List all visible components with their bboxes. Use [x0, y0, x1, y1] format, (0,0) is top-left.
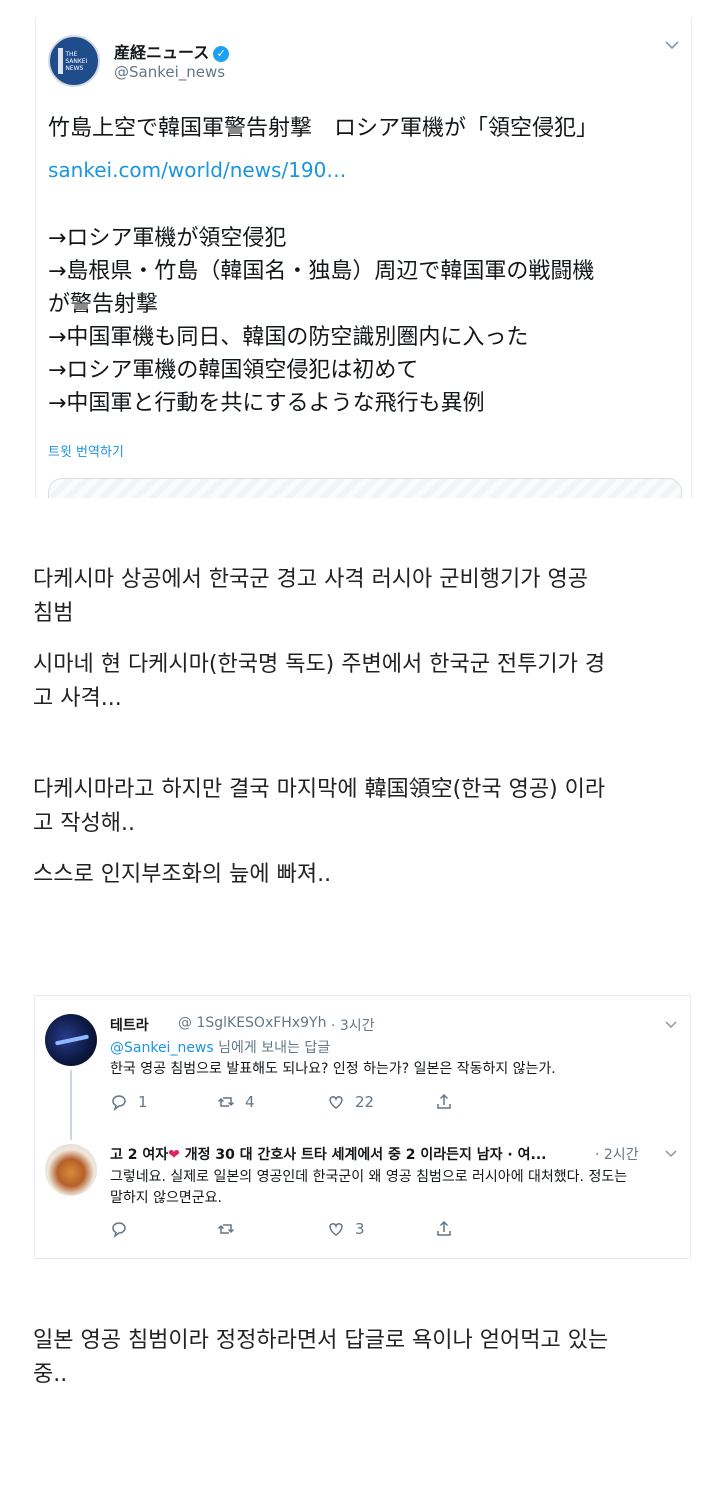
reply-text-line: 말하지 않으면군요. [110, 1190, 222, 1206]
replying-to-handle[interactable]: @Sankei_news [110, 1040, 214, 1056]
commentary-paragraph-5: 일본 영공 침범이라 정정하라면서 답글로 욕이나 얻어먹고 있는 중.. [33, 1324, 683, 1392]
bullet-line: →中国軍と行動を共にするような飛行も異例 [48, 391, 485, 416]
bullet-line: →ロシア軍機が領空侵犯 [48, 226, 287, 251]
reply-thread-card: 테트라 @ 1SglKESOxFHx9Yh · 3시간 @Sankei_news… [34, 995, 691, 1259]
verified-badge-icon: ✓ [213, 46, 230, 62]
like-button[interactable]: 3 [327, 1220, 365, 1238]
share-icon [435, 1220, 453, 1238]
avatar[interactable] [45, 1014, 97, 1066]
commentary-line: 고 작성해.. [33, 811, 135, 836]
share-icon [435, 1093, 453, 1111]
commentary-line: 다케시마 상공에서 한국군 경고 사격 러시아 군비행기가 영공 [33, 567, 588, 592]
commentary-line: 침범 [33, 601, 74, 626]
reply-timestamp[interactable]: · 2시간 [595, 1144, 639, 1164]
share-button[interactable] [435, 1220, 453, 1238]
reply-author-name[interactable]: 고 2 여자❤ 개정 30 대 간호사 트타 세계에서 중 2 이라든지 남자 … [110, 1144, 546, 1164]
chevron-down-icon[interactable] [665, 38, 679, 54]
chevron-down-icon[interactable] [665, 1018, 677, 1032]
retweet-button[interactable] [217, 1220, 245, 1238]
logo-text: THE SANKEI NEWS [65, 50, 88, 72]
sankei-tweet-card[interactable]: THE SANKEI NEWS 産経ニュース ✓ @Sankei_news 竹島上… [35, 18, 692, 498]
avatar[interactable] [45, 1144, 97, 1196]
link-preview-card[interactable] [48, 478, 682, 498]
tweet-bullet-list: →ロシア軍機が領空侵犯 →島根県・竹島（韓国名・独島）周辺で韓国軍の戦闘機 が警… [48, 222, 678, 420]
reply-text: 한국 영공 침범으로 발표해도 되나요? 인정 하는가? 일본은 작동하지 않는… [110, 1061, 556, 1077]
commentary-line: 중.. [33, 1362, 68, 1387]
red-heart-icon: ❤ [168, 1147, 180, 1163]
bullet-line: →ロシア軍機の韓国領空侵犯は初めて [48, 358, 419, 383]
commentary-line: 시마네 현 다케시마(한국명 독도) 주변에서 한국군 전투기가 경 [33, 652, 606, 677]
reply-author-name[interactable]: 테트라 [110, 1015, 149, 1035]
replying-to: @Sankei_news 님에게 보내는 답글 [110, 1037, 330, 1057]
retweet-icon [217, 1220, 235, 1238]
tweet-headline: 竹島上空で韓国軍警告射撃 ロシア軍機が「領空侵犯」 [48, 116, 599, 141]
reply-button[interactable] [110, 1220, 138, 1238]
commentary-line: 다케시마라고 하지만 결국 마지막에 韓国領空(한국 영공) 이라 [33, 777, 606, 802]
like-count: 22 [355, 1093, 375, 1111]
bullet-line: が警告射撃 [48, 292, 159, 317]
reply-icon [110, 1093, 128, 1111]
like-count: 3 [355, 1220, 365, 1238]
account-handle[interactable]: @Sankei_news [114, 63, 225, 81]
bullet-line: →中国軍機も同日、韓国の防空識別圏内に入った [48, 325, 529, 350]
reply-author-handle[interactable]: @ 1SglKESOxFHx9Yh [178, 1015, 326, 1031]
translate-tweet-link[interactable]: 트윗 번역하기 [48, 441, 124, 460]
author-name-part: 개정 30 대 간호사 트타 세계에서 중 2 이라든지 남자 · 여... [179, 1147, 547, 1163]
commentary-line: 고 사격... [33, 686, 122, 711]
commentary-paragraph-3: 다케시마라고 하지만 결국 마지막에 韓国領空(한국 영공) 이라 고 작성해.… [33, 773, 683, 841]
reply-timestamp[interactable]: · 3시간 [331, 1015, 375, 1035]
retweet-icon [217, 1093, 235, 1111]
thread-connector-line [70, 1070, 72, 1140]
heart-icon [327, 1220, 345, 1238]
account-name[interactable]: 産経ニュース ✓ [114, 39, 230, 63]
replying-to-label: 님에게 보내는 답글 [213, 1040, 331, 1056]
heart-icon [327, 1093, 345, 1111]
commentary-paragraph-4: 스스로 인지부조화의 늪에 빠져.. [33, 858, 683, 892]
retweet-button[interactable]: 4 [217, 1093, 255, 1111]
commentary-paragraph-2: 시마네 현 다케시마(한국명 독도) 주변에서 한국군 전투기가 경 고 사격.… [33, 648, 683, 716]
like-button[interactable]: 22 [327, 1093, 374, 1111]
reply-count: 1 [138, 1093, 148, 1111]
sankei-logo-avatar[interactable]: THE SANKEI NEWS [48, 35, 100, 87]
share-button[interactable] [435, 1093, 453, 1111]
reply-text-line: 그렇네요. 실제로 일본의 영공인데 한국군이 왜 영공 침범으로 러시아에 대… [110, 1169, 628, 1185]
reply-text: 그렇네요. 실제로 일본의 영공인데 한국군이 왜 영공 침범으로 러시아에 대… [110, 1167, 685, 1209]
commentary-line: 일본 영공 침범이라 정정하라면서 답글로 욕이나 얻어먹고 있는 [33, 1328, 609, 1353]
commentary-paragraph-1: 다케시마 상공에서 한국군 경고 사격 러시아 군비행기가 영공 침범 [33, 563, 683, 631]
commentary-line: 스스로 인지부조화의 늪에 빠져.. [33, 862, 332, 887]
tweet-link[interactable]: sankei.com/world/news/190… [48, 158, 346, 182]
chevron-down-icon[interactable] [665, 1147, 677, 1161]
retweet-count: 4 [245, 1093, 255, 1111]
bullet-line: →島根県・竹島（韓国名・独島）周辺で韓国軍の戦闘機 [48, 259, 595, 284]
reply-icon [110, 1220, 128, 1238]
reply-button[interactable]: 1 [110, 1093, 148, 1111]
author-name-part: 고 2 여자 [110, 1147, 169, 1163]
